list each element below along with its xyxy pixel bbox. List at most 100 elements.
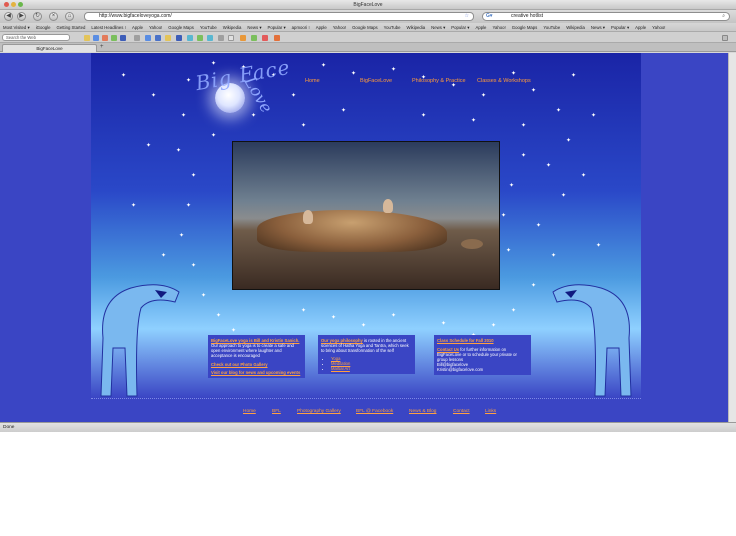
- star-icon: ✦: [251, 113, 257, 119]
- star-icon: ✦: [301, 308, 307, 314]
- star-icon: ✦: [521, 153, 527, 159]
- bookmark-item[interactable]: Google Maps: [165, 23, 197, 31]
- forward-button[interactable]: ▶: [17, 12, 26, 21]
- bookmark-item[interactable]: Yahoo!: [649, 23, 668, 31]
- toolbar-icon[interactable]: [111, 35, 117, 41]
- bookmark-item[interactable]: Apple: [632, 23, 649, 31]
- bookmark-item[interactable]: Popular ▾: [448, 23, 472, 31]
- toolbar-icon[interactable]: [165, 35, 171, 41]
- toolbar-icon[interactable]: [187, 35, 193, 41]
- toolbar-icon[interactable]: [93, 35, 99, 41]
- toolbar-icon[interactable]: [102, 35, 108, 41]
- star-icon: ✦: [506, 248, 512, 254]
- website: ✦ ✦ ✦ ✦ ✦ ✦ ✦ ✦ ✦ ✦ ✦ ✦ ✦ ✦ ✦ ✦ ✦ ✦ ✦ ✦ ✦ ✦ ✦ ✦ ✦ ✦ ✦ ✦ ✦ ✦ ✦ ✦ ✦ ✦ ✦ ✦ ✦ ✦ ✦ ✦…: [91, 53, 641, 422]
- star-icon: ✦: [566, 138, 572, 144]
- bookmark-item[interactable]: Popular ▾: [608, 23, 632, 31]
- star-icon: ✦: [546, 163, 552, 169]
- star-icon: ✦: [191, 173, 197, 179]
- bookmark-item[interactable]: Latest Headlines ⁝: [88, 23, 129, 31]
- martial-art-link[interactable]: Martial Art: [331, 366, 350, 371]
- bookmark-item[interactable]: apmoori ⁝: [289, 23, 313, 31]
- person-figure: [303, 210, 313, 224]
- hero-photo: [232, 141, 500, 290]
- bookmark-item[interactable]: Wikipedia: [220, 23, 245, 31]
- stop-button[interactable]: ×: [49, 12, 58, 21]
- toolbar-icon[interactable]: [197, 35, 203, 41]
- bookmark-item[interactable]: Yahoo!: [146, 23, 165, 31]
- footer-photography-gallery[interactable]: Photography Gallery: [297, 409, 341, 414]
- tab-bigfacelove[interactable]: BigFaceLove: [2, 44, 97, 52]
- search-engine-icon[interactable]: G▾: [486, 13, 492, 20]
- toolbar-icon[interactable]: [134, 35, 140, 41]
- bookmark-item[interactable]: Apple: [472, 23, 489, 31]
- bookmark-item[interactable]: YouTube: [381, 23, 404, 31]
- vertical-scrollbar[interactable]: [728, 53, 736, 422]
- star-icon: ✦: [596, 243, 602, 249]
- star-icon: ✦: [521, 123, 527, 129]
- bookmark-item[interactable]: News ▾: [244, 23, 264, 31]
- search-value: creative hotlist: [511, 13, 543, 19]
- back-button[interactable]: ◀: [4, 12, 13, 21]
- toolbar-icon[interactable]: [262, 35, 268, 41]
- class-schedule-link[interactable]: Class Schedule for Fall 2010: [437, 338, 494, 343]
- star-icon: ✦: [471, 118, 477, 124]
- footer-contact[interactable]: Contact: [453, 409, 470, 414]
- bookmark-item[interactable]: Yahoo!: [489, 23, 508, 31]
- bookmark-item[interactable]: Most Visited ▾: [0, 23, 33, 31]
- bookmark-item[interactable]: Getting Started: [54, 23, 89, 31]
- toolbar-icon[interactable]: [207, 35, 213, 41]
- url-bar[interactable]: http://www.bigfaceloveyoga.com/ ☆: [84, 12, 474, 21]
- toolbar-icon[interactable]: [176, 35, 182, 41]
- toolbar-icon[interactable]: [155, 35, 161, 41]
- star-icon: ✦: [421, 113, 427, 119]
- bookmark-star-icon[interactable]: ☆: [465, 13, 469, 20]
- bookmark-item[interactable]: YouTube: [540, 23, 563, 31]
- content-columns: BigFaceLove yoga is Bill and Kristin San…: [206, 335, 541, 395]
- star-icon: ✦: [121, 73, 127, 79]
- toolbar-icon[interactable]: [218, 35, 224, 41]
- bookmark-item[interactable]: YouTube: [197, 23, 220, 31]
- bookmark-item[interactable]: Wikipedia: [563, 23, 588, 31]
- toolbar-icon[interactable]: [228, 35, 234, 41]
- reload-button[interactable]: ↻: [33, 12, 42, 21]
- bookmark-item[interactable]: Popular ▾: [265, 23, 289, 31]
- bookmark-item[interactable]: Apple: [313, 23, 330, 31]
- footer-nav: Home BFL Photography Gallery BFL @ Faceb…: [91, 409, 641, 419]
- nav-bigfacelove[interactable]: BigFaceLove: [360, 78, 392, 84]
- home-button[interactable]: ⌂: [65, 12, 74, 21]
- footer-news-blog[interactable]: News & Blog: [409, 409, 436, 414]
- search-bar[interactable]: G▾ creative hotlist ⌕: [482, 12, 730, 21]
- footer-links[interactable]: Links: [485, 409, 496, 414]
- search-icon[interactable]: ⌕: [722, 13, 725, 20]
- rss-icon[interactable]: [240, 35, 246, 41]
- new-tab-button[interactable]: +: [100, 44, 104, 50]
- toolbar-icon[interactable]: [84, 35, 90, 41]
- footer-home[interactable]: Home: [243, 409, 256, 414]
- bookmark-item[interactable]: News ▾: [588, 23, 608, 31]
- toolbar-icon[interactable]: [274, 35, 280, 41]
- practice-list: Yoga Meditation Martial Art: [331, 356, 412, 371]
- photo-gallery-link[interactable]: Check out our Photo Gallery: [211, 362, 268, 367]
- toolbar-icon[interactable]: [145, 35, 151, 41]
- email-kristin: Kristin@bigfacelove.com: [437, 367, 484, 372]
- footer-bfl-facebook[interactable]: BFL @ Facebook: [356, 409, 393, 414]
- menu-icon[interactable]: [722, 35, 728, 41]
- footer-bfl[interactable]: BFL: [272, 409, 281, 414]
- bookmark-item[interactable]: Wikipedia: [404, 23, 429, 31]
- blog-link[interactable]: Visit our blog for news and upcoming eve…: [211, 370, 300, 375]
- bookmark-item[interactable]: Google Maps: [509, 23, 541, 31]
- bookmark-item[interactable]: Apple: [129, 23, 146, 31]
- nav-home[interactable]: Home: [305, 78, 320, 84]
- star-icon: ✦: [231, 328, 237, 334]
- bookmark-item[interactable]: News ▾: [428, 23, 448, 31]
- web-search-input[interactable]: Search the Web: [2, 34, 70, 41]
- bookmark-item[interactable]: iGoogle: [33, 23, 54, 31]
- nav-philosophy-practice[interactable]: Philosophy & Practice: [412, 78, 466, 84]
- toolbar-icon[interactable]: [251, 35, 257, 41]
- nav-classes-workshops[interactable]: Classes & Workshops: [477, 78, 531, 84]
- bookmark-item[interactable]: Yahoo!: [330, 23, 349, 31]
- toolbar-icon[interactable]: [120, 35, 126, 41]
- bookmark-item[interactable]: Google Maps: [349, 23, 381, 31]
- star-icon: ✦: [551, 253, 557, 259]
- addon-toolbar: Search the Web: [0, 32, 736, 43]
